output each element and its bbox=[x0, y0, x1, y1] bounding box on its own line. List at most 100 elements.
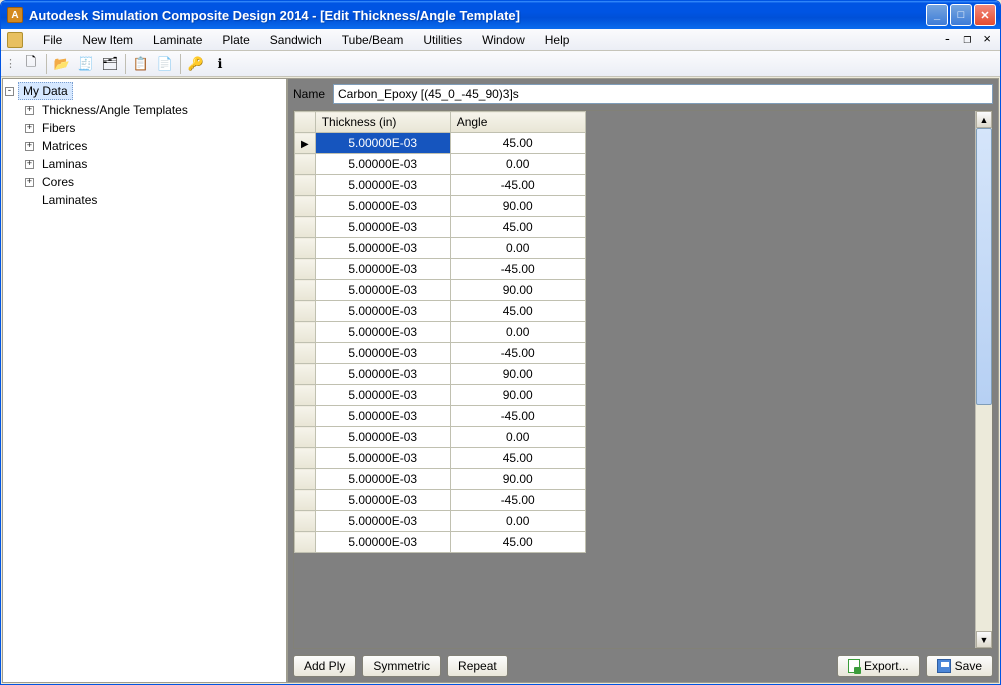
row-header[interactable] bbox=[295, 490, 316, 511]
cell-angle[interactable]: -45.00 bbox=[450, 175, 585, 196]
menu-file[interactable]: File bbox=[33, 31, 72, 49]
table-row[interactable]: 5.00000E-0345.00 bbox=[295, 217, 586, 238]
row-header[interactable] bbox=[295, 427, 316, 448]
menu-tube-beam[interactable]: Tube/Beam bbox=[332, 31, 414, 49]
repeat-button[interactable]: Repeat bbox=[447, 655, 508, 677]
table-row[interactable]: 5.00000E-03-45.00 bbox=[295, 175, 586, 196]
row-header[interactable] bbox=[295, 406, 316, 427]
table-row[interactable]: 5.00000E-03-45.00 bbox=[295, 490, 586, 511]
cell-thickness[interactable]: 5.00000E-03 bbox=[315, 364, 450, 385]
cell-angle[interactable]: 0.00 bbox=[450, 154, 585, 175]
row-header[interactable] bbox=[295, 280, 316, 301]
row-header[interactable] bbox=[295, 217, 316, 238]
expand-icon[interactable]: + bbox=[25, 124, 34, 133]
row-header[interactable] bbox=[295, 511, 316, 532]
row-header[interactable] bbox=[295, 448, 316, 469]
row-header[interactable] bbox=[295, 259, 316, 280]
wizard-icon[interactable]: 🧾 bbox=[75, 53, 97, 75]
cell-angle[interactable]: 45.00 bbox=[450, 133, 585, 154]
column-angle[interactable]: Angle bbox=[450, 112, 585, 133]
cell-angle[interactable]: -45.00 bbox=[450, 259, 585, 280]
tree-item-laminas[interactable]: + Laminas bbox=[23, 155, 286, 173]
tree-item-cores[interactable]: +Cores bbox=[23, 173, 286, 191]
table-row[interactable]: 5.00000E-0345.00 bbox=[295, 301, 586, 322]
new-doc-icon[interactable]: 🗋 bbox=[20, 53, 42, 75]
report-icon[interactable]: 📄 bbox=[154, 53, 176, 75]
tree-item-matrices[interactable]: + Matrices bbox=[23, 137, 286, 155]
table-row[interactable]: 5.00000E-0390.00 bbox=[295, 469, 586, 490]
row-header[interactable] bbox=[295, 196, 316, 217]
cell-thickness[interactable]: 5.00000E-03 bbox=[315, 343, 450, 364]
cell-thickness[interactable]: 5.00000E-03 bbox=[315, 259, 450, 280]
cell-angle[interactable]: 0.00 bbox=[450, 322, 585, 343]
row-header[interactable]: ▶ bbox=[295, 133, 316, 154]
cell-thickness[interactable]: 5.00000E-03 bbox=[315, 217, 450, 238]
table-row[interactable]: 5.00000E-0390.00 bbox=[295, 385, 586, 406]
table-row[interactable]: 5.00000E-0345.00 bbox=[295, 448, 586, 469]
row-header[interactable] bbox=[295, 175, 316, 196]
name-input[interactable] bbox=[333, 84, 993, 104]
cell-angle[interactable]: 45.00 bbox=[450, 301, 585, 322]
tree-item-label[interactable]: Thickness/Angle Templates bbox=[38, 102, 192, 118]
ply-grid[interactable]: Thickness (in) Angle ▶5.00000E-0345.005.… bbox=[293, 110, 993, 649]
cell-thickness[interactable]: 5.00000E-03 bbox=[315, 385, 450, 406]
tree-pane[interactable]: - My Data +Thickness/Angle Templates+Fib… bbox=[2, 78, 287, 683]
symmetric-button[interactable]: Symmetric bbox=[362, 655, 441, 677]
row-header[interactable] bbox=[295, 532, 316, 553]
row-header[interactable] bbox=[295, 343, 316, 364]
row-header[interactable] bbox=[295, 238, 316, 259]
cell-angle[interactable]: 45.00 bbox=[450, 448, 585, 469]
cell-thickness[interactable]: 5.00000E-03 bbox=[315, 490, 450, 511]
cell-thickness[interactable]: 5.00000E-03 bbox=[315, 448, 450, 469]
expand-icon[interactable]: + bbox=[25, 160, 34, 169]
cell-thickness[interactable]: 5.00000E-03 bbox=[315, 154, 450, 175]
cell-thickness[interactable]: 5.00000E-03 bbox=[315, 175, 450, 196]
cell-thickness[interactable]: 5.00000E-03 bbox=[315, 280, 450, 301]
menu-laminate[interactable]: Laminate bbox=[143, 31, 212, 49]
table-row[interactable]: 5.00000E-030.00 bbox=[295, 427, 586, 448]
cell-angle[interactable]: 0.00 bbox=[450, 511, 585, 532]
menu-help[interactable]: Help bbox=[535, 31, 580, 49]
row-header[interactable] bbox=[295, 364, 316, 385]
cell-thickness[interactable]: 5.00000E-03 bbox=[315, 427, 450, 448]
row-header[interactable] bbox=[295, 322, 316, 343]
tree-item-thickness-angle-templates[interactable]: + Thickness/Angle Templates bbox=[23, 101, 286, 119]
row-header[interactable] bbox=[295, 469, 316, 490]
copy-icon[interactable]: 📋 bbox=[130, 53, 152, 75]
menu-window[interactable]: Window bbox=[472, 31, 535, 49]
cell-angle[interactable]: 90.00 bbox=[450, 385, 585, 406]
scroll-up-icon[interactable]: ▲ bbox=[976, 111, 992, 128]
menu-plate[interactable]: Plate bbox=[212, 31, 259, 49]
table-row[interactable]: 5.00000E-0390.00 bbox=[295, 196, 586, 217]
cell-thickness[interactable]: 5.00000E-03 bbox=[315, 133, 450, 154]
row-header[interactable] bbox=[295, 385, 316, 406]
expand-icon[interactable]: + bbox=[25, 178, 34, 187]
cell-angle[interactable]: -45.00 bbox=[450, 406, 585, 427]
vertical-scrollbar[interactable]: ▲ ▼ bbox=[975, 111, 992, 648]
expand-icon[interactable]: + bbox=[25, 142, 34, 151]
close-button[interactable]: ✕ bbox=[974, 4, 996, 26]
tree-item-icon[interactable]: 🗂 bbox=[99, 53, 121, 75]
tree-item-label[interactable]: Laminas bbox=[38, 156, 91, 172]
cell-thickness[interactable]: 5.00000E-03 bbox=[315, 196, 450, 217]
open-folder-icon[interactable]: 📂 bbox=[51, 53, 73, 75]
scroll-down-icon[interactable]: ▼ bbox=[976, 631, 992, 648]
mdi-minimize-button[interactable]: - bbox=[941, 32, 955, 47]
save-button[interactable]: Save bbox=[926, 655, 993, 677]
mdi-close-button[interactable]: × bbox=[980, 32, 994, 47]
scroll-track[interactable] bbox=[976, 128, 992, 631]
table-row[interactable]: 5.00000E-0390.00 bbox=[295, 280, 586, 301]
cell-thickness[interactable]: 5.00000E-03 bbox=[315, 532, 450, 553]
cell-angle[interactable]: 45.00 bbox=[450, 217, 585, 238]
table-row[interactable]: 5.00000E-030.00 bbox=[295, 322, 586, 343]
table-row[interactable]: 5.00000E-0345.00 bbox=[295, 532, 586, 553]
tree-item-label[interactable]: Matrices bbox=[38, 138, 91, 154]
cell-angle[interactable]: 90.00 bbox=[450, 364, 585, 385]
tree-item-laminates[interactable]: Laminates bbox=[23, 191, 286, 209]
expand-icon[interactable]: + bbox=[25, 106, 34, 115]
table-row[interactable]: 5.00000E-030.00 bbox=[295, 238, 586, 259]
menu-sandwich[interactable]: Sandwich bbox=[260, 31, 332, 49]
column-thickness[interactable]: Thickness (in) bbox=[315, 112, 450, 133]
cell-angle[interactable]: -45.00 bbox=[450, 490, 585, 511]
add-ply-button[interactable]: Add Ply bbox=[293, 655, 356, 677]
